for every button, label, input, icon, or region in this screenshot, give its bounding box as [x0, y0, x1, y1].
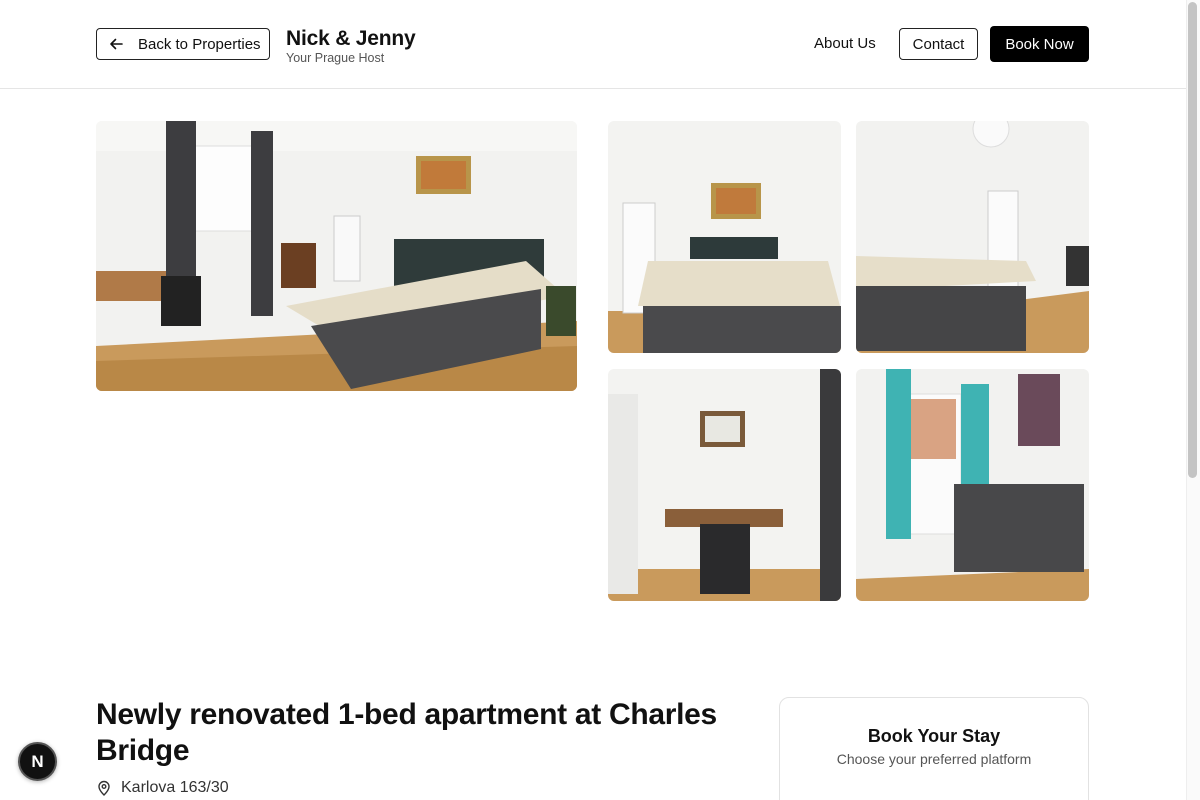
brand[interactable]: Nick & Jenny Your Prague Host	[286, 27, 416, 66]
address-text: Karlova 163/30	[121, 779, 229, 796]
gallery-photo-4[interactable]	[608, 369, 841, 601]
listing-address: Karlova 163/30	[96, 779, 229, 797]
back-to-properties-button[interactable]: Back to Properties	[96, 28, 270, 60]
booking-title: Book Your Stay	[867, 726, 1001, 746]
map-pin-icon	[96, 780, 112, 796]
brand-tagline: Your Prague Host	[286, 51, 385, 65]
brand-name: Nick & Jenny	[286, 27, 416, 50]
site-header: Back to Properties Nick & Jenny Your Pra…	[0, 0, 1186, 89]
gallery-photo-5[interactable]	[856, 369, 1089, 601]
n-badge-button[interactable]: N	[18, 742, 57, 781]
scrollbar-thumb[interactable]	[1188, 2, 1197, 478]
nav-contact-button[interactable]: Contact	[899, 28, 978, 60]
nav-about-us-link[interactable]: About Us	[814, 35, 876, 52]
nav-book-now-button[interactable]: Book Now	[990, 26, 1089, 62]
gallery-photo-3[interactable]	[856, 121, 1089, 353]
booking-card: Book Your Stay Choose your preferred pla…	[779, 697, 1089, 800]
gallery-photo-main[interactable]	[96, 121, 577, 391]
listing-title: Newly renovated 1-bed apartment at Charl…	[96, 698, 717, 767]
arrow-left-icon	[109, 37, 123, 51]
back-button-label: Back to Properties	[138, 35, 261, 53]
booking-subtitle: Choose your preferred platform	[836, 751, 1032, 767]
gallery-photo-2[interactable]	[608, 121, 841, 353]
